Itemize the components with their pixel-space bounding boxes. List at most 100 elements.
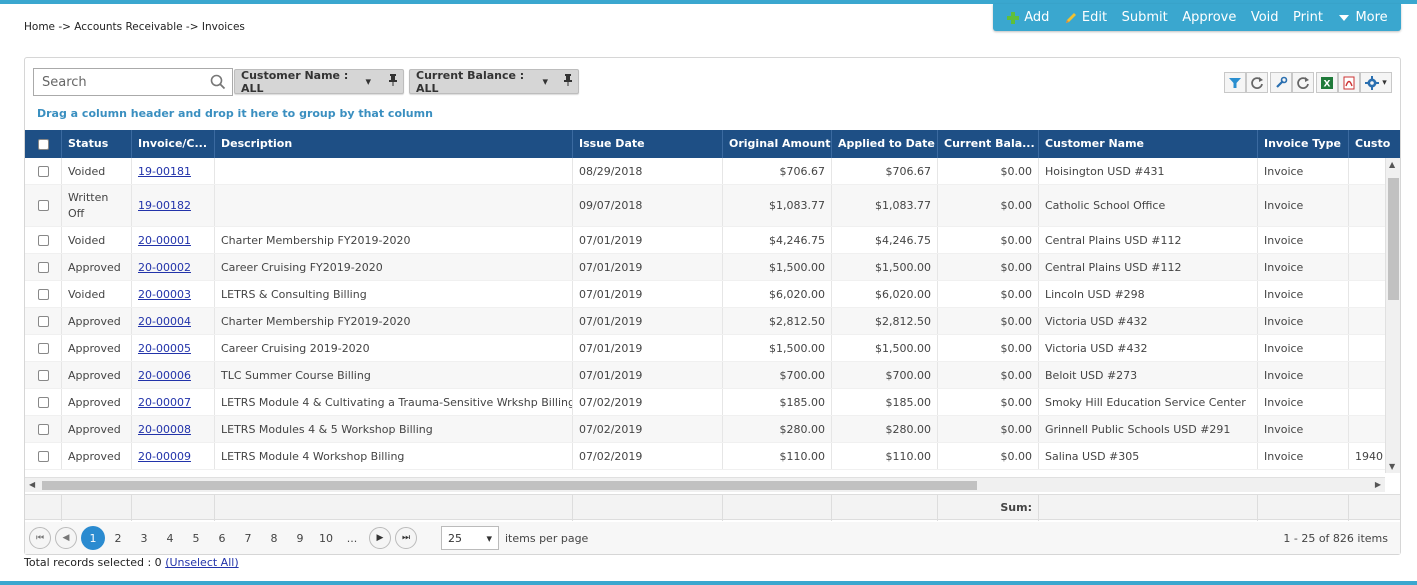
- invoice-link[interactable]: 20-00004: [138, 315, 191, 328]
- scroll-right-icon[interactable]: ▶: [1375, 480, 1381, 489]
- table-row[interactable]: Approved 20-00005 Career Cruising 2019-2…: [25, 335, 1385, 362]
- unselect-all-link[interactable]: (Unselect All): [165, 556, 238, 569]
- page-8[interactable]: 8: [261, 526, 287, 550]
- table-row[interactable]: Approved 20-00006 TLC Summer Course Bill…: [25, 362, 1385, 389]
- page-6[interactable]: 6: [209, 526, 235, 550]
- vertical-scroll-thumb[interactable]: [1388, 178, 1399, 300]
- more-button[interactable]: More: [1337, 10, 1388, 25]
- filter-icon[interactable]: [1224, 72, 1246, 93]
- cell-description: Career Cruising FY2019-2020: [214, 254, 572, 280]
- header-status[interactable]: Status: [61, 130, 131, 158]
- cell-type: Invoice: [1257, 281, 1348, 307]
- horizontal-scroll-thumb[interactable]: [42, 481, 977, 490]
- invoice-link[interactable]: 20-00002: [138, 261, 191, 274]
- balance-filter-chip[interactable]: Current Balance : ALL ▾: [409, 69, 579, 95]
- page-2[interactable]: 2: [105, 526, 131, 550]
- cell-issue-date: 07/01/2019: [572, 362, 722, 388]
- last-page-icon[interactable]: ⏭: [395, 527, 417, 549]
- cell-applied: $280.00: [831, 416, 937, 442]
- scroll-down-icon[interactable]: ▼: [1389, 462, 1395, 471]
- cell-balance: $0.00: [937, 389, 1038, 415]
- approve-button[interactable]: Approve: [1182, 10, 1236, 25]
- page-4[interactable]: 4: [157, 526, 183, 550]
- table-row[interactable]: Voided 19-00181 08/29/2018 $706.67 $706.…: [25, 158, 1385, 185]
- row-checkbox[interactable]: [37, 288, 49, 300]
- row-checkbox[interactable]: [37, 261, 49, 273]
- page-ellipsis[interactable]: ...: [339, 526, 365, 550]
- print-button[interactable]: Print: [1293, 10, 1323, 25]
- table-row[interactable]: Written Off 19-00182 09/07/2018 $1,083.7…: [25, 185, 1385, 227]
- page-7[interactable]: 7: [235, 526, 261, 550]
- row-checkbox[interactable]: [37, 369, 49, 381]
- invoice-link[interactable]: 20-00008: [138, 423, 191, 436]
- page-3[interactable]: 3: [131, 526, 157, 550]
- row-checkbox[interactable]: [37, 423, 49, 435]
- prev-page-icon[interactable]: ◀: [55, 527, 77, 549]
- cell-custom: [1348, 416, 1385, 442]
- header-original-amount[interactable]: Original Amount: [722, 130, 831, 158]
- pin-icon[interactable]: [564, 74, 572, 89]
- invoice-link[interactable]: 20-00003: [138, 288, 191, 301]
- table-row[interactable]: Approved 20-00009 LETRS Module 4 Worksho…: [25, 443, 1385, 470]
- refresh-filter-icon[interactable]: [1246, 72, 1268, 93]
- page-size-select[interactable]: 25 ▾: [441, 526, 499, 550]
- edit-button[interactable]: Edit: [1064, 10, 1107, 25]
- invoice-link[interactable]: 20-00005: [138, 342, 191, 355]
- cell-balance: $0.00: [937, 416, 1038, 442]
- wrench-icon[interactable]: [1270, 72, 1292, 93]
- header-description[interactable]: Description: [214, 130, 572, 158]
- invoice-link[interactable]: 20-00006: [138, 369, 191, 382]
- table-row[interactable]: Approved 20-00004 Charter Membership FY2…: [25, 308, 1385, 335]
- page-9[interactable]: 9: [287, 526, 313, 550]
- customer-filter-chip[interactable]: Customer Name : ALL ▾: [234, 69, 404, 95]
- invoice-link[interactable]: 20-00007: [138, 396, 191, 409]
- page-10[interactable]: 10: [313, 526, 339, 550]
- page-5[interactable]: 5: [183, 526, 209, 550]
- table-row[interactable]: Approved 20-00002 Career Cruising FY2019…: [25, 254, 1385, 281]
- next-page-icon[interactable]: ▶: [369, 527, 391, 549]
- row-checkbox[interactable]: [37, 315, 49, 327]
- horizontal-scrollbar[interactable]: ◀ ▶: [25, 477, 1385, 492]
- cell-type: Invoice: [1257, 185, 1348, 226]
- header-customer-name[interactable]: Customer Name: [1038, 130, 1257, 158]
- refresh-icon[interactable]: [1292, 72, 1314, 93]
- settings-gear-icon[interactable]: ▾: [1360, 72, 1392, 93]
- table-row[interactable]: Approved 20-00008 LETRS Modules 4 & 5 Wo…: [25, 416, 1385, 443]
- chevron-down-icon: ▾: [1382, 77, 1387, 88]
- first-page-icon[interactable]: ⏮: [29, 527, 51, 549]
- table-row[interactable]: Approved 20-00007 LETRS Module 4 & Culti…: [25, 389, 1385, 416]
- invoice-link[interactable]: 20-00001: [138, 234, 191, 247]
- row-checkbox[interactable]: [37, 396, 49, 408]
- search-input[interactable]: [40, 73, 210, 91]
- header-custom[interactable]: Custo: [1348, 130, 1400, 158]
- pdf-export-icon[interactable]: [1338, 72, 1360, 93]
- invoice-link[interactable]: 19-00182: [138, 199, 191, 212]
- vertical-scrollbar[interactable]: ▲ ▼: [1385, 158, 1400, 473]
- excel-export-icon[interactable]: X: [1316, 72, 1338, 93]
- row-checkbox[interactable]: [37, 342, 49, 354]
- header-applied-to-date[interactable]: Applied to Date: [831, 130, 937, 158]
- void-button[interactable]: Void: [1251, 10, 1279, 25]
- header-invoice[interactable]: Invoice/C...: [131, 130, 214, 158]
- submit-button[interactable]: Submit: [1122, 10, 1168, 25]
- scroll-left-icon[interactable]: ◀: [29, 480, 35, 489]
- pin-icon[interactable]: [389, 74, 397, 89]
- header-issue-date[interactable]: Issue Date: [572, 130, 722, 158]
- row-checkbox[interactable]: [37, 234, 49, 246]
- page-1[interactable]: 1: [81, 526, 105, 550]
- row-checkbox[interactable]: [37, 450, 49, 462]
- header-current-balance[interactable]: Current Bala...: [937, 130, 1038, 158]
- search-icon[interactable]: [210, 74, 226, 93]
- invoice-link[interactable]: 19-00181: [138, 165, 191, 178]
- header-invoice-type[interactable]: Invoice Type: [1257, 130, 1348, 158]
- scroll-up-icon[interactable]: ▲: [1389, 160, 1395, 169]
- table-row[interactable]: Voided 20-00003 LETRS & Consulting Billi…: [25, 281, 1385, 308]
- cell-balance: $0.00: [937, 158, 1038, 184]
- select-all-checkbox[interactable]: [37, 138, 49, 150]
- invoice-link[interactable]: 20-00009: [138, 450, 191, 463]
- add-button[interactable]: Add: [1006, 10, 1049, 25]
- row-checkbox[interactable]: [37, 200, 49, 211]
- cell-balance: $0.00: [937, 443, 1038, 469]
- table-row[interactable]: Voided 20-00001 Charter Membership FY201…: [25, 227, 1385, 254]
- row-checkbox[interactable]: [37, 165, 49, 177]
